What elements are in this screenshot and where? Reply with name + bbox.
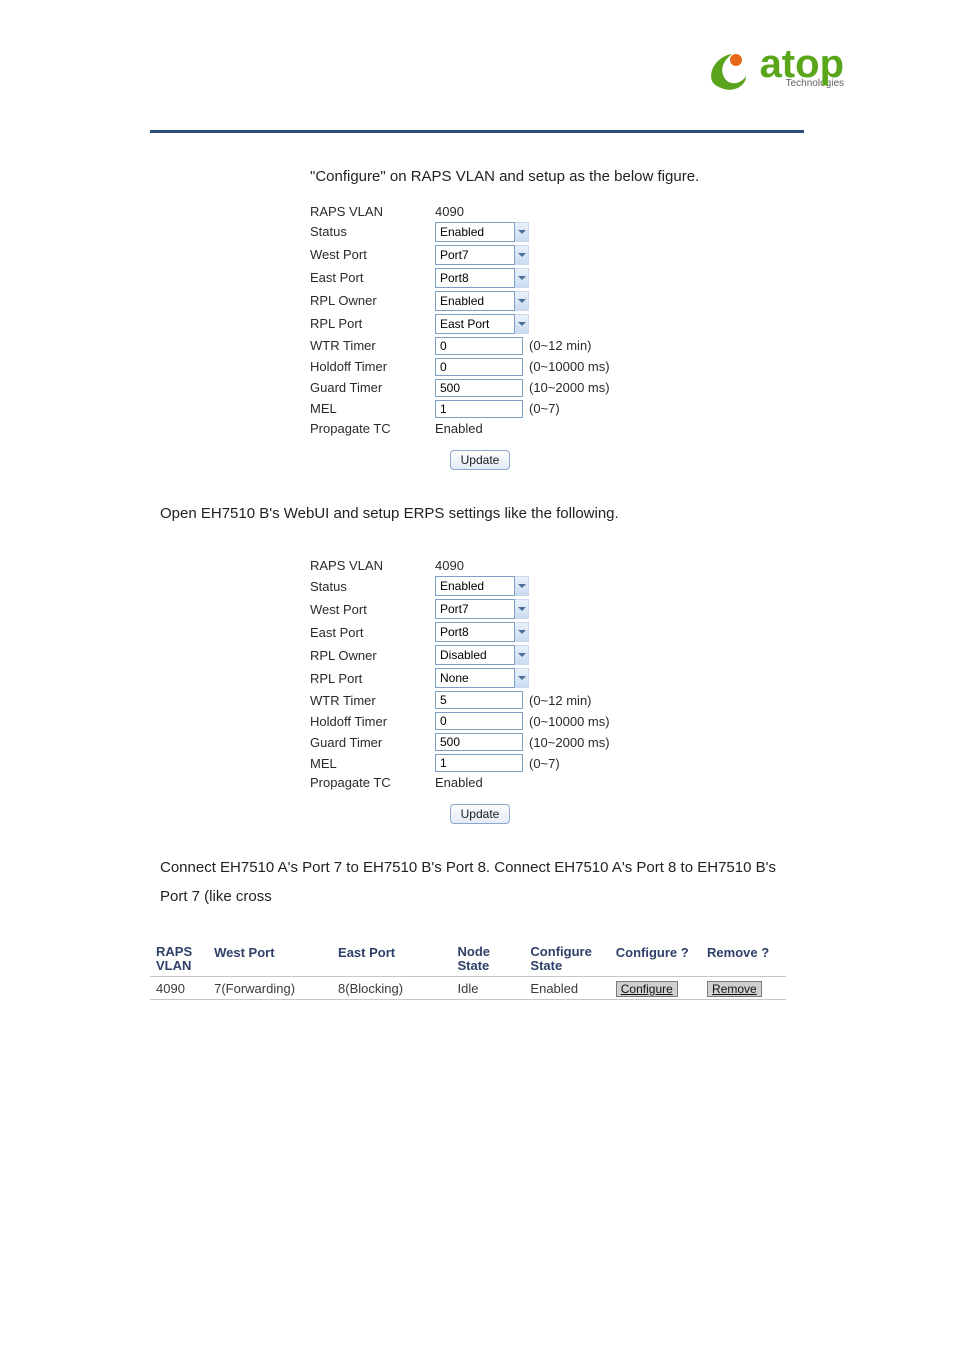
chevron-down-icon[interactable] xyxy=(515,222,529,242)
rpl-owner-label: RPL Owner xyxy=(310,648,435,663)
chevron-down-icon[interactable] xyxy=(515,668,529,688)
propagate-tc-label: Propagate TC xyxy=(310,421,435,436)
wtr-timer-hint: (0~12 min) xyxy=(529,338,592,353)
holdoff-timer-hint: (0~10000 ms) xyxy=(529,359,610,374)
east-port-select[interactable] xyxy=(435,268,515,288)
propagate-tc-label: Propagate TC xyxy=(310,775,435,790)
rpl-port-label: RPL Port xyxy=(310,316,435,331)
td-west-port: 7(Forwarding) xyxy=(208,976,332,999)
propagate-tc-value: Enabled xyxy=(435,421,535,436)
erps-form-b: RAPS VLAN 4090 Status West Port East Por… xyxy=(310,558,650,824)
holdoff-timer-input[interactable] xyxy=(435,712,523,730)
table-header-row: RAPS VLAN West Port East Port Node State… xyxy=(150,941,786,976)
td-configure-state: Enabled xyxy=(524,976,609,999)
chevron-down-icon[interactable] xyxy=(515,314,529,334)
status-label: Status xyxy=(310,579,435,594)
status-select[interactable] xyxy=(435,222,515,242)
status-label: Status xyxy=(310,224,435,239)
th-raps-vlan: RAPS VLAN xyxy=(150,941,208,976)
mel-hint: (0~7) xyxy=(529,756,560,771)
chevron-down-icon[interactable] xyxy=(515,576,529,596)
td-raps-vlan: 4090 xyxy=(150,976,208,999)
chevron-down-icon[interactable] xyxy=(515,268,529,288)
configure-button[interactable]: Configure xyxy=(616,981,678,997)
propagate-tc-value: Enabled xyxy=(435,775,535,790)
th-east-port: East Port xyxy=(332,941,451,976)
rpl-owner-label: RPL Owner xyxy=(310,293,435,308)
intro-text-2: Open EH7510 B's WebUI and setup ERPS set… xyxy=(160,500,804,529)
west-port-label: West Port xyxy=(310,602,435,617)
rpl-owner-select[interactable] xyxy=(435,291,515,311)
status-table: RAPS VLAN West Port East Port Node State… xyxy=(150,941,786,1000)
table-row: 4090 7(Forwarding) 8(Blocking) Idle Enab… xyxy=(150,976,786,999)
chevron-down-icon[interactable] xyxy=(515,291,529,311)
wtr-timer-label: WTR Timer xyxy=(310,338,435,353)
th-remove-q: Remove ? xyxy=(701,941,786,976)
chevron-down-icon[interactable] xyxy=(515,599,529,619)
brand-name: atop xyxy=(760,48,844,80)
wtr-timer-label: WTR Timer xyxy=(310,693,435,708)
wtr-timer-input[interactable] xyxy=(435,691,523,709)
mel-hint: (0~7) xyxy=(529,401,560,416)
remove-button[interactable]: Remove xyxy=(707,981,762,997)
th-node-state: Node State xyxy=(452,941,525,976)
raps-vlan-value: 4090 xyxy=(435,558,535,573)
guard-timer-hint: (10~2000 ms) xyxy=(529,735,610,750)
holdoff-timer-label: Holdoff Timer xyxy=(310,714,435,729)
brand-logo: atop Technologies xyxy=(706,46,844,90)
th-configure-state: Configure State xyxy=(524,941,609,976)
intro-text-1: "Configure" on RAPS VLAN and setup as th… xyxy=(310,163,804,192)
th-configure-q: Configure ? xyxy=(610,941,701,976)
intro-text-3: Connect EH7510 A's Port 7 to EH7510 B's … xyxy=(160,854,804,911)
th-west-port: West Port xyxy=(208,941,332,976)
chevron-down-icon[interactable] xyxy=(515,645,529,665)
logo-icon xyxy=(706,46,752,90)
west-port-select[interactable] xyxy=(435,599,515,619)
guard-timer-hint: (10~2000 ms) xyxy=(529,380,610,395)
td-east-port: 8(Blocking) xyxy=(332,976,451,999)
status-select[interactable] xyxy=(435,576,515,596)
east-port-label: East Port xyxy=(310,270,435,285)
chevron-down-icon[interactable] xyxy=(515,622,529,642)
status-table-wrap: RAPS VLAN West Port East Port Node State… xyxy=(150,941,804,1000)
wtr-timer-input[interactable] xyxy=(435,337,523,355)
mel-label: MEL xyxy=(310,756,435,771)
raps-vlan-label: RAPS VLAN xyxy=(310,204,435,219)
chevron-down-icon[interactable] xyxy=(515,245,529,265)
update-button[interactable]: Update xyxy=(450,450,511,470)
header-rule xyxy=(150,130,804,133)
td-node-state: Idle xyxy=(452,976,525,999)
guard-timer-label: Guard Timer xyxy=(310,380,435,395)
raps-vlan-value: 4090 xyxy=(435,204,535,219)
west-port-label: West Port xyxy=(310,247,435,262)
raps-vlan-label: RAPS VLAN xyxy=(310,558,435,573)
rpl-owner-select[interactable] xyxy=(435,645,515,665)
east-port-label: East Port xyxy=(310,625,435,640)
wtr-timer-hint: (0~12 min) xyxy=(529,693,592,708)
rpl-port-select[interactable] xyxy=(435,314,515,334)
mel-input[interactable] xyxy=(435,754,523,772)
west-port-select[interactable] xyxy=(435,245,515,265)
holdoff-timer-input[interactable] xyxy=(435,358,523,376)
rpl-port-label: RPL Port xyxy=(310,671,435,686)
mel-label: MEL xyxy=(310,401,435,416)
guard-timer-input[interactable] xyxy=(435,733,523,751)
mel-input[interactable] xyxy=(435,400,523,418)
guard-timer-label: Guard Timer xyxy=(310,735,435,750)
update-button[interactable]: Update xyxy=(450,804,511,824)
holdoff-timer-hint: (0~10000 ms) xyxy=(529,714,610,729)
guard-timer-input[interactable] xyxy=(435,379,523,397)
rpl-port-select[interactable] xyxy=(435,668,515,688)
holdoff-timer-label: Holdoff Timer xyxy=(310,359,435,374)
erps-form-a: RAPS VLAN 4090 Status West Port East Por… xyxy=(310,204,650,470)
east-port-select[interactable] xyxy=(435,622,515,642)
